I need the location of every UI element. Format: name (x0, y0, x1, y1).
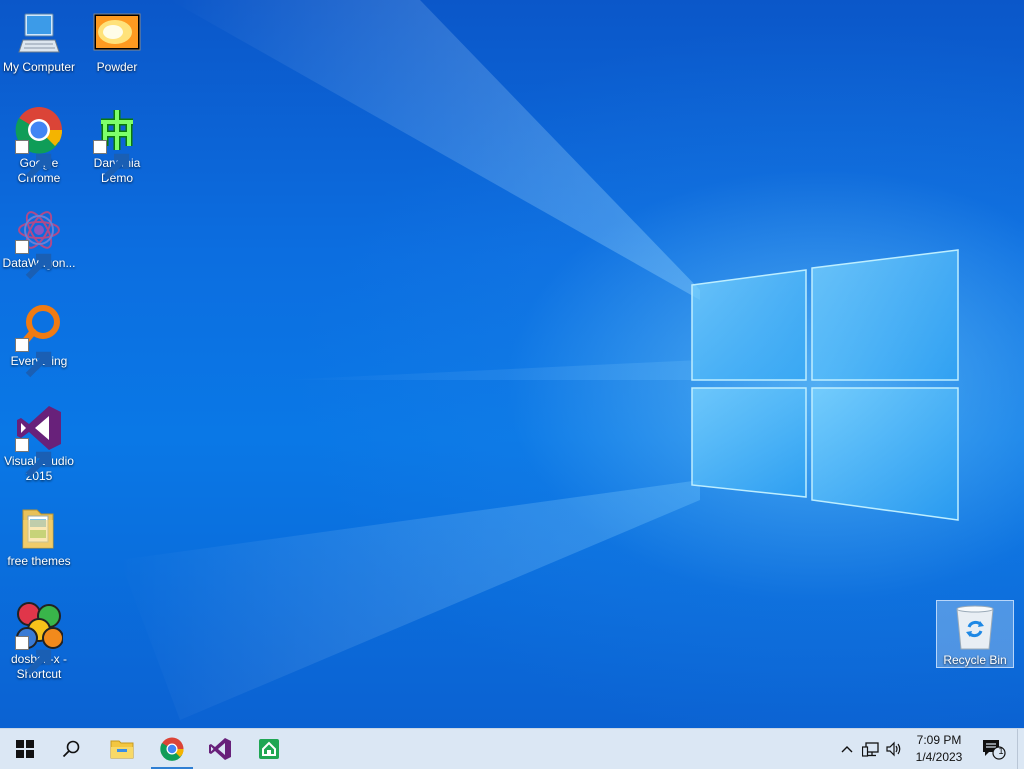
shortcut-arrow-icon (93, 140, 130, 180)
recycle-bin-icon (956, 605, 994, 650)
chrome-icon (160, 737, 184, 761)
taskbar-file-explorer[interactable] (99, 729, 145, 769)
desktop-icon-label: My Computer (2, 60, 76, 74)
show-desktop-button[interactable] (1017, 729, 1024, 769)
computer-icon (18, 13, 60, 53)
desktop-icon-datawagon[interactable]: DataWagon... (0, 206, 78, 280)
volume-button[interactable] (884, 729, 904, 769)
desktop-icon-label: Powder (96, 60, 138, 74)
desktop-icon-recycle-bin[interactable]: Recycle Bin (936, 600, 1014, 668)
shortcut-arrow-icon (15, 338, 52, 378)
folder-icon (22, 509, 54, 549)
network-status-button[interactable] (860, 729, 882, 769)
windows-start-icon (16, 740, 34, 758)
desktop-icon-dosbox-x[interactable]: dosbox-x - Shortcut (0, 602, 78, 682)
search-button[interactable] (48, 729, 94, 769)
powder-icon (93, 13, 141, 51)
chevron-up-icon (841, 746, 853, 753)
shortcut-arrow-icon (15, 438, 52, 478)
taskbar-green-house-app[interactable] (246, 729, 292, 769)
clock-date: 1/4/2023 (915, 750, 963, 764)
desktop-icon-google-chrome[interactable]: Google Chrome (0, 106, 78, 186)
shortcut-arrow-icon (15, 636, 52, 676)
desktop-icon-powder[interactable]: Powder (78, 10, 156, 75)
desktop-icon-everything[interactable]: Everything (0, 304, 78, 378)
taskbar-google-chrome[interactable] (149, 729, 195, 769)
desktop-icon-label: free themes (7, 554, 71, 568)
desktop-icon-darwinia-demo[interactable]: Darwinia Demo (78, 106, 156, 186)
green-house-icon (259, 739, 279, 759)
action-center-button[interactable]: 1 (980, 729, 1008, 769)
visual-studio-icon (209, 738, 231, 760)
shortcut-arrow-icon (15, 240, 52, 280)
desktop-icon-my-computer[interactable]: My Computer (0, 10, 78, 75)
clock-time: 7:09 PM (916, 733, 962, 747)
desktop-icon-label: Recycle Bin (943, 653, 1007, 667)
desktop-icon-free-themes[interactable]: free themes (0, 504, 78, 569)
file-explorer-icon (110, 740, 134, 759)
taskbar: 7:09 PM 1/4/2023 1 (0, 728, 1024, 769)
notification-count-badge: 1 (998, 746, 1004, 756)
search-icon (62, 740, 80, 758)
shortcut-arrow-icon (15, 140, 52, 180)
taskbar-visual-studio[interactable] (197, 729, 243, 769)
desktop-icon-visual-studio-2015[interactable]: Visual Studio 2015 (0, 404, 78, 484)
show-hidden-icons-button[interactable] (838, 729, 856, 769)
speaker-icon (886, 741, 901, 757)
desktop[interactable]: My Computer Powder Google Chrome Darwini… (0, 0, 1024, 728)
start-button[interactable] (2, 729, 48, 769)
clock[interactable]: 7:09 PM 1/4/2023 (902, 729, 976, 769)
network-icon (862, 742, 879, 757)
